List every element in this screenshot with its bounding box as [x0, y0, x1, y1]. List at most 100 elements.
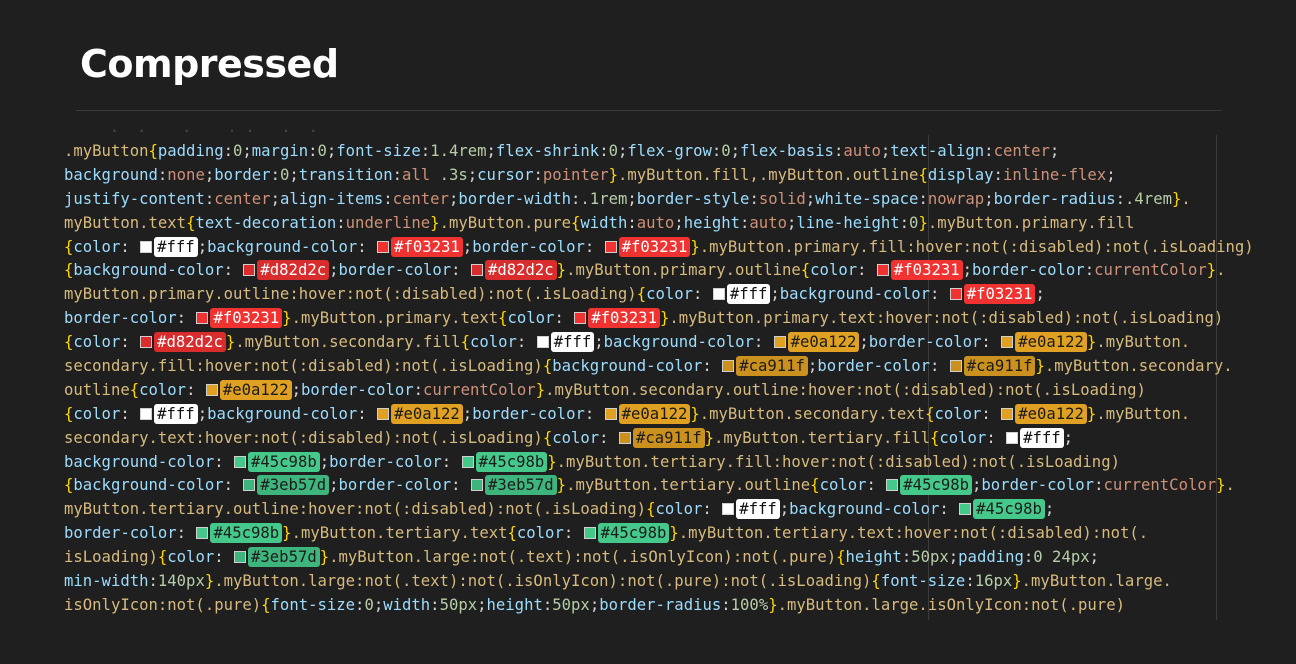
color-swatch[interactable]: [773, 336, 786, 349]
code-token-property: margin: [251, 142, 309, 160]
color-swatch[interactable]: [604, 407, 617, 420]
code-token-selector: myButton.primary.outline:hover:not(:disa…: [64, 285, 637, 304]
color-swatch[interactable]: [886, 479, 899, 492]
color-swatch[interactable]: [1006, 431, 1019, 444]
color-swatch[interactable]: [959, 503, 972, 516]
code-token-value: currentColor: [423, 380, 536, 399]
code-line: min-width:140px}.myButton.large:not(.tex…: [64, 570, 1254, 594]
code-token-property: background: [64, 165, 158, 184]
code-token-brace: }: [608, 165, 618, 184]
code-token-property: width: [580, 213, 628, 232]
code-token-property: align-items: [279, 189, 384, 208]
color-swatch[interactable]: [949, 360, 962, 373]
code-token-brace: {: [542, 428, 553, 447]
color-swatch[interactable]: [377, 407, 390, 420]
code-token-property: color: [507, 309, 555, 328]
code-token-punct: ;: [880, 142, 891, 160]
color-swatch[interactable]: [243, 264, 256, 277]
code-line: isOnlyIcon:not(.pure){font-size:0;width:…: [64, 594, 1254, 618]
scrolled-line-fragment: · · · · · · ·: [92, 122, 318, 134]
code-token-punct: :: [120, 404, 140, 423]
code-token-punct: :: [223, 261, 243, 280]
code-token-property: background-color: [64, 452, 215, 471]
color-value: #f03231: [588, 308, 660, 329]
color-swatch[interactable]: [536, 336, 549, 349]
code-token-value: auto: [749, 213, 787, 232]
code-token-punct: ;: [486, 142, 496, 160]
code-token-punct: ;: [462, 404, 473, 423]
code-token-punct: ;: [197, 404, 208, 423]
code-token-punct: :: [214, 548, 234, 567]
title-divider: [76, 110, 1222, 111]
code-token-brace: }: [430, 213, 440, 232]
color-swatch[interactable]: [876, 264, 889, 277]
color-swatch[interactable]: [574, 312, 587, 325]
code-token-property: color: [73, 404, 121, 423]
code-line: background:none;border:0;transition:all …: [64, 164, 1254, 188]
code-token-punct: :: [176, 309, 196, 328]
code-line: secondary.fill:hover:not(:disabled):not(…: [64, 355, 1254, 379]
color-value: #45c98b: [900, 475, 973, 496]
color-swatch[interactable]: [583, 527, 596, 540]
code-token-property: color: [819, 476, 867, 495]
code-token-selector: .myButton.large.isOnlyIcon:not(.pure): [777, 595, 1125, 614]
color-value: #ca911f: [632, 427, 705, 448]
code-token-property: border-color: [338, 476, 452, 495]
color-swatch[interactable]: [234, 551, 247, 564]
code-token-selector: myButton.tertiary.outline:hover:not(:dis…: [64, 500, 647, 519]
color-swatch[interactable]: [1001, 407, 1014, 420]
code-token-brace: }: [918, 213, 928, 232]
color-value: #e0a122: [219, 379, 292, 400]
code-token-punct: :: [599, 142, 609, 160]
code-token-number: 140px: [157, 572, 205, 591]
code-token-property: border-radius: [993, 189, 1116, 208]
color-swatch[interactable]: [140, 407, 153, 420]
color-swatch[interactable]: [1001, 336, 1014, 349]
code-token-punct: ;: [674, 213, 684, 232]
color-swatch[interactable]: [722, 503, 735, 516]
code-token-number: 0: [317, 142, 327, 160]
code-token-punct: :: [430, 595, 440, 614]
color-swatch[interactable]: [196, 312, 209, 325]
code-token-punct: ;: [859, 333, 869, 352]
code-token-brace: }: [1035, 357, 1045, 376]
code-token-property: background-color: [207, 237, 358, 256]
code-token-number: 0: [721, 142, 731, 160]
color-swatch[interactable]: [470, 479, 483, 492]
code-token-selector: .myButton: [64, 142, 149, 160]
code-token-selector: outline: [64, 380, 130, 399]
color-swatch[interactable]: [722, 360, 735, 373]
code-token-property: padding: [958, 548, 1024, 567]
code-editor[interactable]: .myButton{padding:0;margin:0;font-size:1…: [64, 140, 1254, 618]
color-swatch[interactable]: [196, 527, 209, 540]
code-token-punct: :: [533, 165, 543, 184]
color-swatch[interactable]: [604, 240, 617, 253]
code-token-selector: .myButton.large.: [1021, 572, 1172, 591]
code-token-brace: {: [507, 524, 517, 543]
code-token-property: color: [73, 237, 121, 256]
color-swatch[interactable]: [377, 240, 390, 253]
color-swatch[interactable]: [712, 288, 725, 301]
color-swatch[interactable]: [140, 240, 153, 253]
color-swatch[interactable]: [234, 455, 246, 468]
code-token-property: color: [469, 333, 517, 352]
code-token-brace: }: [282, 524, 292, 543]
color-value: #d82d2c: [154, 332, 226, 353]
code-line: myButton.tertiary.outline:hover:not(:dis…: [64, 498, 1254, 522]
color-swatch[interactable]: [243, 479, 256, 492]
code-token-selector: secondary.fill:hover:not(:disabled):not(…: [64, 357, 543, 376]
code-token-punct: :: [929, 357, 949, 376]
color-swatch[interactable]: [461, 455, 474, 468]
code-token-brace: {: [261, 595, 271, 614]
color-swatch[interactable]: [470, 264, 483, 277]
color-swatch[interactable]: [205, 383, 218, 396]
code-token-punct: :: [740, 213, 750, 232]
color-swatch[interactable]: [140, 336, 153, 349]
color-swatch[interactable]: [618, 431, 631, 444]
code-token-property: color: [139, 380, 187, 399]
color-swatch[interactable]: [949, 288, 962, 301]
code-token-punct: ;: [373, 595, 384, 614]
code-token-punct: :: [413, 380, 424, 399]
code-token-brace: }: [319, 548, 330, 567]
code-token-punct: ;: [1106, 165, 1116, 184]
